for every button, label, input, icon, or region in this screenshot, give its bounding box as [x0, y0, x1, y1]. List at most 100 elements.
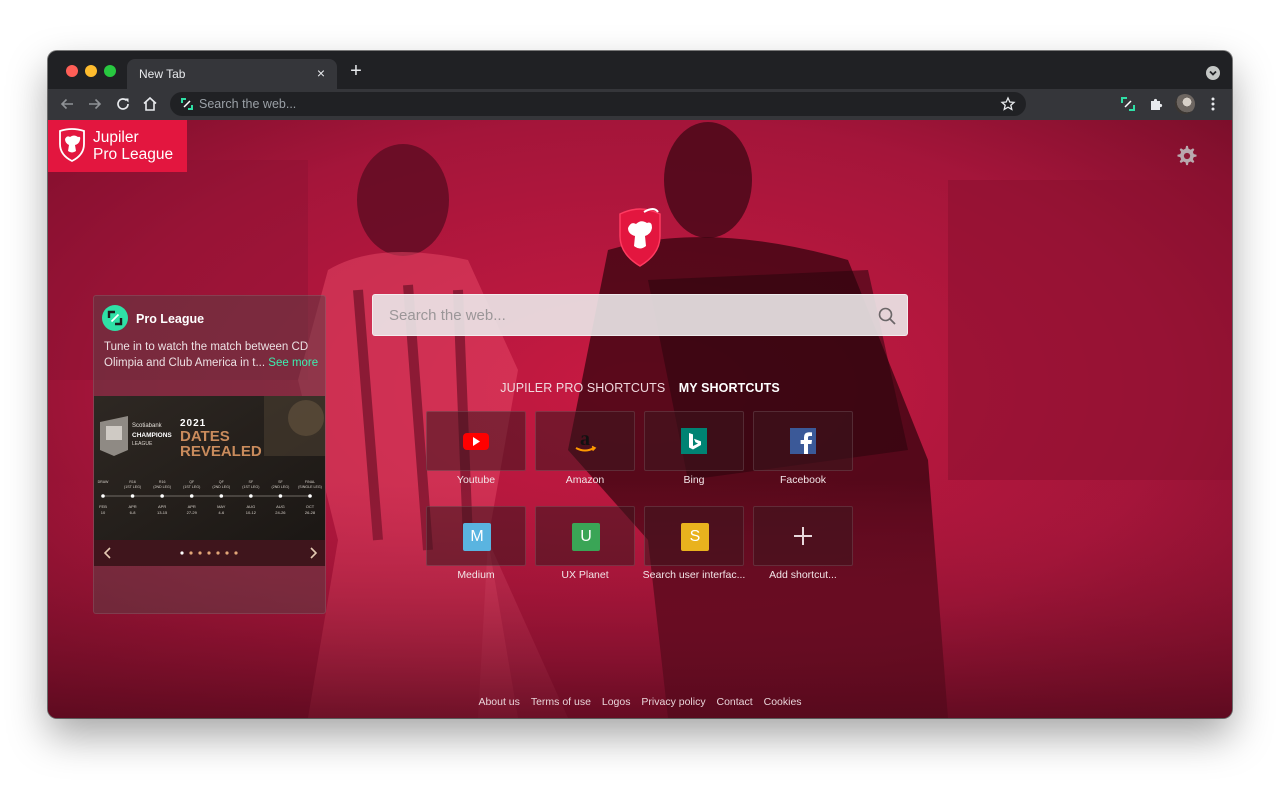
- add-shortcut-tile[interactable]: [753, 506, 853, 566]
- shortcut-tile-ux-planet[interactable]: U: [535, 506, 635, 566]
- chevron-right-icon[interactable]: [307, 545, 319, 561]
- extensions-puzzle-icon[interactable]: [1148, 96, 1164, 112]
- profile-avatar[interactable]: [1175, 94, 1195, 114]
- timeline-date-label: 27-29: [187, 510, 198, 515]
- home-button[interactable]: [139, 93, 161, 115]
- jupiler-pro-league-badge[interactable]: Jupiler Pro League: [48, 120, 187, 172]
- timeline-stage-label: SF: [249, 480, 254, 484]
- see-more-link[interactable]: See more: [268, 357, 318, 369]
- shortcut-tile-youtube[interactable]: [426, 411, 526, 471]
- search-box[interactable]: [372, 294, 908, 336]
- close-window-button[interactable]: [66, 65, 78, 77]
- back-button[interactable]: [56, 93, 78, 115]
- timeline-stage-label: (1ST LEG): [124, 485, 141, 489]
- footer-link-terms-of-use[interactable]: Terms of use: [531, 696, 591, 708]
- carousel-dot[interactable]: [216, 551, 220, 555]
- timeline-stage-label: DRAW: [98, 480, 109, 484]
- timeline-dot: [249, 494, 253, 498]
- timeline-stage-label: (SINGLE LEG): [298, 485, 322, 489]
- shortcut-tile-bing[interactable]: [644, 411, 744, 471]
- footer-link-contact[interactable]: Contact: [717, 696, 753, 708]
- shortcut-label-ux-planet: UX Planet: [561, 569, 609, 581]
- carousel-dot[interactable]: [234, 551, 238, 555]
- tab-search-button[interactable]: [1206, 66, 1220, 80]
- timeline-date-label: 13-15: [157, 510, 168, 515]
- timeline-date-label: 24-26: [275, 510, 286, 515]
- shortcut-label-bing: Bing: [683, 474, 705, 486]
- shortcut-label-amazon: Amazon: [565, 474, 605, 486]
- zoom-window-button[interactable]: [104, 65, 116, 77]
- timeline-date-label: AUG: [247, 504, 256, 509]
- tab-new-tab[interactable]: New Tab ×: [127, 59, 337, 89]
- brand-line-1: Jupiler: [93, 129, 139, 146]
- search-input[interactable]: [373, 295, 907, 335]
- bull-crest-icon: [59, 128, 85, 162]
- settings-gear-icon[interactable]: [1176, 145, 1198, 167]
- timeline-date-label: APR: [158, 504, 166, 509]
- browser-menu-icon[interactable]: [1208, 95, 1218, 113]
- shortcut-tile-medium[interactable]: M: [426, 506, 526, 566]
- timeline-stage-label: R16: [159, 480, 166, 484]
- timeline-dot: [278, 494, 283, 498]
- shortcut-tile-search-user-interfaces[interactable]: S: [644, 506, 744, 566]
- footer-link-privacy-policy[interactable]: Privacy policy: [641, 696, 705, 708]
- search-icon[interactable]: [877, 306, 897, 326]
- bookmark-star-icon[interactable]: [1000, 96, 1016, 112]
- timeline-date-label: 6-8: [130, 510, 137, 515]
- forward-button[interactable]: [84, 93, 106, 115]
- shortcut-label-add: Add shortcut...: [769, 569, 837, 581]
- champions-brand-small: Scotiabank: [132, 423, 163, 429]
- brand-line-2: Pro League: [93, 146, 174, 163]
- minimize-window-button[interactable]: [85, 65, 97, 77]
- timeline-date-label: 10: [101, 510, 106, 515]
- timeline-dot: [219, 494, 224, 498]
- address-bar-placeholder: Search the web...: [199, 97, 297, 111]
- timeline-dot: [130, 494, 135, 498]
- carousel-dot[interactable]: [225, 551, 229, 555]
- carousel-dot[interactable]: [207, 551, 211, 555]
- timeline-dot: [189, 494, 194, 498]
- news-text: Tune in to watch the match between CD Ol…: [104, 339, 320, 371]
- footer-link-cookies[interactable]: Cookies: [764, 696, 802, 708]
- news-image[interactable]: Scotiabank CHAMPIONS LEAGUE 2021 DATES R…: [94, 396, 325, 541]
- timeline-date-label: 10-12: [246, 510, 257, 515]
- address-bar[interactable]: Search the web...: [170, 92, 1026, 116]
- timeline-dot: [308, 494, 312, 498]
- timeline-date-label: 26-28: [305, 510, 316, 515]
- timeline-stage-label: QF: [189, 480, 195, 484]
- pro-league-source-icon: [102, 305, 128, 331]
- carousel-dot[interactable]: [180, 551, 184, 555]
- news-image-headline-2: REVEALED: [180, 443, 262, 460]
- tab-close-icon[interactable]: ×: [313, 65, 329, 81]
- bing-icon: [681, 428, 707, 454]
- letter-m-icon: M: [463, 523, 491, 551]
- timeline-date-label: APR: [188, 504, 196, 509]
- news-text-line-1: Tune in to watch the match between CD: [104, 341, 309, 353]
- tab-jupiler-pro-shortcuts[interactable]: JUPILER PRO SHORTCUTS: [495, 381, 670, 395]
- carousel-dot[interactable]: [198, 551, 202, 555]
- shortcut-label-medium: Medium: [457, 569, 495, 581]
- pro-league-crest-icon: [619, 208, 661, 267]
- chevron-left-icon[interactable]: [102, 545, 114, 561]
- carousel-dots[interactable]: [178, 551, 248, 555]
- shortcut-tile-amazon[interactable]: a: [535, 411, 635, 471]
- footer-link-logos[interactable]: Logos: [602, 696, 631, 708]
- plus-icon: [794, 527, 812, 545]
- tab-my-shortcuts[interactable]: MY SHORTCUTS: [674, 381, 785, 395]
- timeline-dot: [160, 494, 164, 498]
- footer-link-about-us[interactable]: About us: [478, 696, 519, 708]
- news-text-line-2: Olimpia and Club America in t...: [104, 357, 266, 369]
- pro-league-extension-icon[interactable]: [1120, 96, 1136, 112]
- browser-window: New Tab × + Search the web... Jupiler Pr…: [48, 51, 1232, 718]
- shortcut-tile-facebook[interactable]: [753, 411, 853, 471]
- news-carousel-nav: [94, 540, 325, 566]
- reload-button[interactable]: [112, 93, 134, 115]
- shortcut-label-search-user-interfaces: Search user interfac...: [642, 569, 746, 581]
- timeline-stage-label: FINAL: [305, 480, 315, 484]
- carousel-dot[interactable]: [189, 551, 193, 555]
- new-tab-button[interactable]: +: [346, 61, 366, 81]
- timeline-stage-label: SF: [278, 480, 283, 484]
- letter-u-icon: U: [572, 523, 600, 551]
- timeline-date-label: 4-6: [218, 510, 225, 515]
- champions-brand-big: CHAMPIONS: [132, 432, 172, 439]
